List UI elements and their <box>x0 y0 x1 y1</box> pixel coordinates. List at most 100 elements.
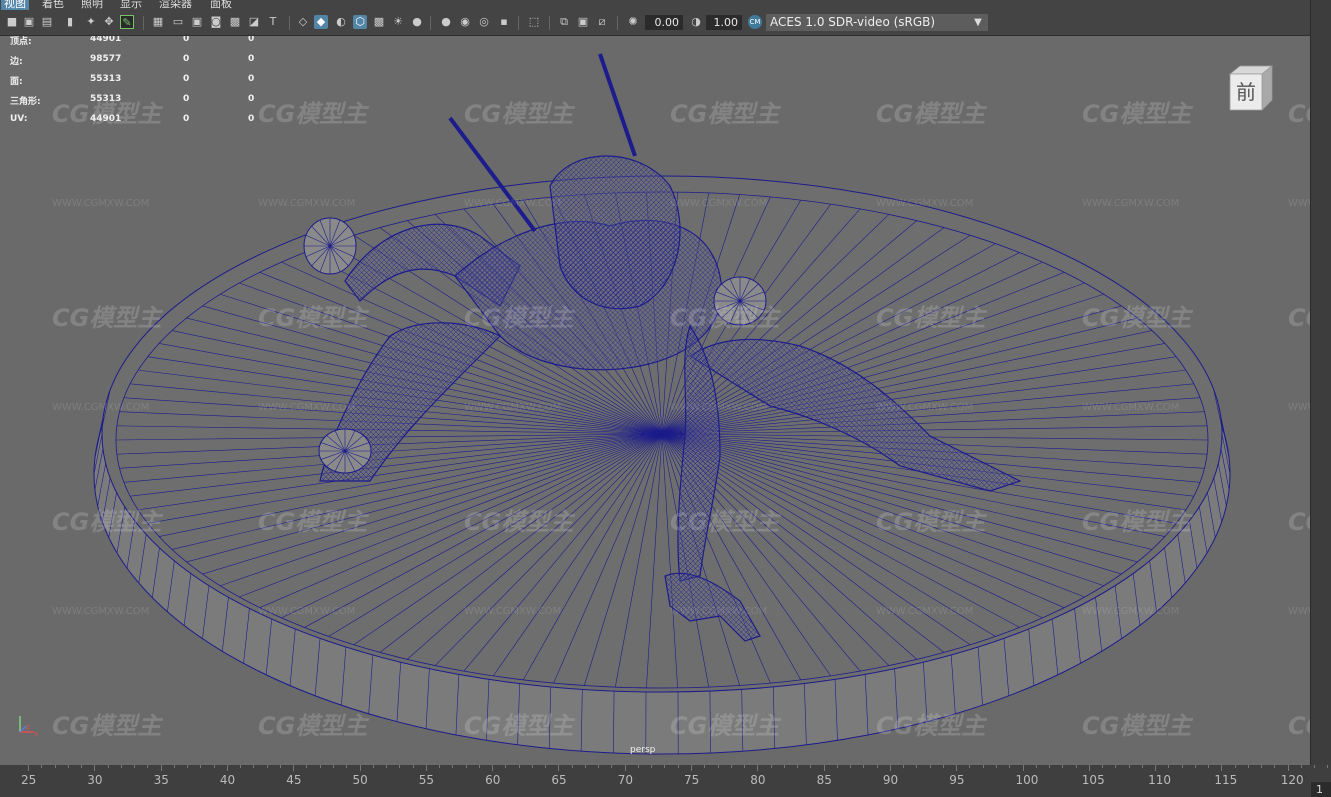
screen-space-ao-icon[interactable]: ● <box>439 15 453 29</box>
toolbar-divider <box>518 16 519 30</box>
toolbar-divider <box>549 16 550 30</box>
two-d-pan-icon[interactable]: ✦ <box>84 15 98 29</box>
time-slider-tick <box>492 765 494 771</box>
time-slider-tick <box>279 765 281 768</box>
gate-mask-icon[interactable]: ◙ <box>209 15 223 29</box>
time-slider-tick-label: 120 <box>1280 773 1304 787</box>
motion-blur-icon[interactable]: ◉ <box>458 15 472 29</box>
menu-show[interactable]: 显示 <box>120 0 142 10</box>
watermark-logo: CG模型主 <box>876 712 986 740</box>
watermark-url: WWW.CGMXW.COM <box>464 606 562 617</box>
wireframe-icon[interactable]: ◇ <box>296 15 310 29</box>
hud-label: 边: <box>10 57 23 67</box>
default-material-icon[interactable]: ◐ <box>334 15 348 29</box>
xray-icon[interactable]: ⧉ <box>557 15 571 29</box>
time-slider-tick <box>611 765 613 768</box>
pencil-icon[interactable]: ✎ <box>120 15 134 29</box>
panel-menubar: 视图 着色 照明 显示 渲染器 面板 <box>0 0 1331 10</box>
shadows-icon[interactable]: ● <box>410 15 424 29</box>
xray-active-components-icon[interactable]: ⧄ <box>595 15 609 29</box>
camera-attributes-icon[interactable]: ▣ <box>22 15 36 29</box>
menu-view[interactable]: 视图 <box>1 0 29 10</box>
hud-in-selection: 0 <box>248 94 255 104</box>
menu-panels[interactable]: 面板 <box>210 0 232 10</box>
xray-joints-icon[interactable]: ▣ <box>576 15 590 29</box>
film-gate-icon[interactable]: ▭ <box>171 15 185 29</box>
time-slider-tick <box>531 765 533 768</box>
time-slider-tick-label: 85 <box>816 773 832 787</box>
menu-renderer[interactable]: 渲染器 <box>159 0 192 10</box>
watermark-logo: CG模型主 <box>876 100 986 128</box>
watermark-url: WWW.CGMXW.COM <box>258 198 356 209</box>
hud-in-selection: 0 <box>248 114 255 124</box>
wireframe-on-shaded-icon[interactable]: ⬡ <box>353 15 367 29</box>
watermark-logo: CG模型主 <box>670 712 780 740</box>
safe-action-icon[interactable]: ◪ <box>247 15 261 29</box>
time-slider-tick-label: 55 <box>418 773 435 787</box>
watermark-url: WWW.CGMXW.COM <box>52 606 150 617</box>
time-slider-tick <box>1221 765 1223 771</box>
bookmarks-icon[interactable]: ▤ <box>40 15 54 29</box>
watermark-logo: CG模型主 <box>258 304 368 332</box>
time-slider-tick <box>982 765 984 768</box>
time-slider-tick <box>1115 765 1117 768</box>
time-slider-tick <box>1247 765 1249 768</box>
hud-in-selection: 0 <box>248 74 255 84</box>
time-slider-tick <box>863 765 865 768</box>
gamma-field[interactable]: 1.00 <box>706 15 742 30</box>
color-space-label: ACES 1.0 SDR-video (sRGB) <box>770 15 936 29</box>
watermark-logo: CG模型主 <box>1082 712 1192 740</box>
grid-icon[interactable]: ▦ <box>151 15 165 29</box>
color-management-icon[interactable]: CM <box>748 15 762 29</box>
menu-shading[interactable]: 着色 <box>42 0 64 10</box>
toolbar-divider <box>143 16 144 30</box>
watermark-url: WWW.CGMXW.COM <box>52 402 150 413</box>
current-frame-field[interactable]: 1 <box>1311 782 1331 797</box>
hud-label: 顶点: <box>10 37 32 47</box>
time-slider-tick <box>147 765 149 768</box>
time-slider-tick-label: 70 <box>617 773 633 787</box>
hud-total: 44901 <box>90 114 122 124</box>
hud-selected: 0 <box>183 74 190 84</box>
toolbar-divider <box>289 16 290 30</box>
field-chart-icon[interactable]: ▩ <box>228 15 242 29</box>
time-slider[interactable]: 25 30 35 40 45 50 55 60 65 70 75 80 85 90 95 100 105 110 1… <box>0 765 1331 797</box>
time-slider-tick <box>253 765 255 768</box>
exposure-field[interactable]: 0.00 <box>645 15 683 30</box>
time-slider-tick <box>956 765 958 771</box>
figure-rod-right <box>598 53 637 157</box>
select-camera-icon[interactable]: ■ <box>5 15 19 29</box>
depth-of-field-icon[interactable]: ▪ <box>497 15 511 29</box>
isolate-select-icon[interactable]: ⬚ <box>527 15 541 29</box>
time-slider-tick <box>346 765 348 768</box>
watermark-url: WWW.CGMXW.COM <box>876 402 974 413</box>
watermark-logo: CG模型主 <box>670 100 780 128</box>
view-cube-face-label: 前 <box>1236 80 1256 104</box>
time-slider-tick <box>637 765 639 768</box>
smooth-shade-icon[interactable]: ◆ <box>314 15 328 29</box>
time-slider-tick <box>624 765 626 771</box>
menu-lighting[interactable]: 照明 <box>81 0 103 10</box>
multisample-aa-icon[interactable]: ◎ <box>477 15 491 29</box>
time-slider-tick <box>598 765 600 768</box>
time-slider-tick <box>1155 765 1157 771</box>
watermark-logo: CG模型主 <box>52 712 162 740</box>
time-slider-tick <box>173 765 175 768</box>
time-slider-tick <box>425 765 427 771</box>
color-space-select[interactable]: ACES 1.0 SDR-video (sRGB) ▼ <box>766 14 988 31</box>
view-cube[interactable]: 前 <box>1226 64 1274 112</box>
grease-pencil-icon[interactable]: ✥ <box>102 15 116 29</box>
textured-icon[interactable]: ▩ <box>372 15 386 29</box>
image-plane-icon[interactable]: ▮ <box>63 15 77 29</box>
hud-total: 44901 <box>90 36 122 44</box>
exposure-icon[interactable]: ✺ <box>626 15 640 29</box>
gamma-icon[interactable]: ◑ <box>689 15 703 29</box>
time-slider-tick <box>293 765 295 771</box>
svg-text:x: x <box>34 730 38 738</box>
safe-title-icon[interactable]: T <box>266 15 280 29</box>
use-all-lights-icon[interactable]: ☀ <box>391 15 405 29</box>
resolution-gate-icon[interactable]: ▣ <box>190 15 204 29</box>
watermark-logo: CG模型主 <box>670 508 780 536</box>
viewport-3d[interactable]: CG模型主 CG模型主 CG模型主 CG模型主 CG模型主 CG模型主 CG模型主 CG模型主… <box>0 36 1310 765</box>
time-slider-tick-label: 30 <box>87 773 103 787</box>
